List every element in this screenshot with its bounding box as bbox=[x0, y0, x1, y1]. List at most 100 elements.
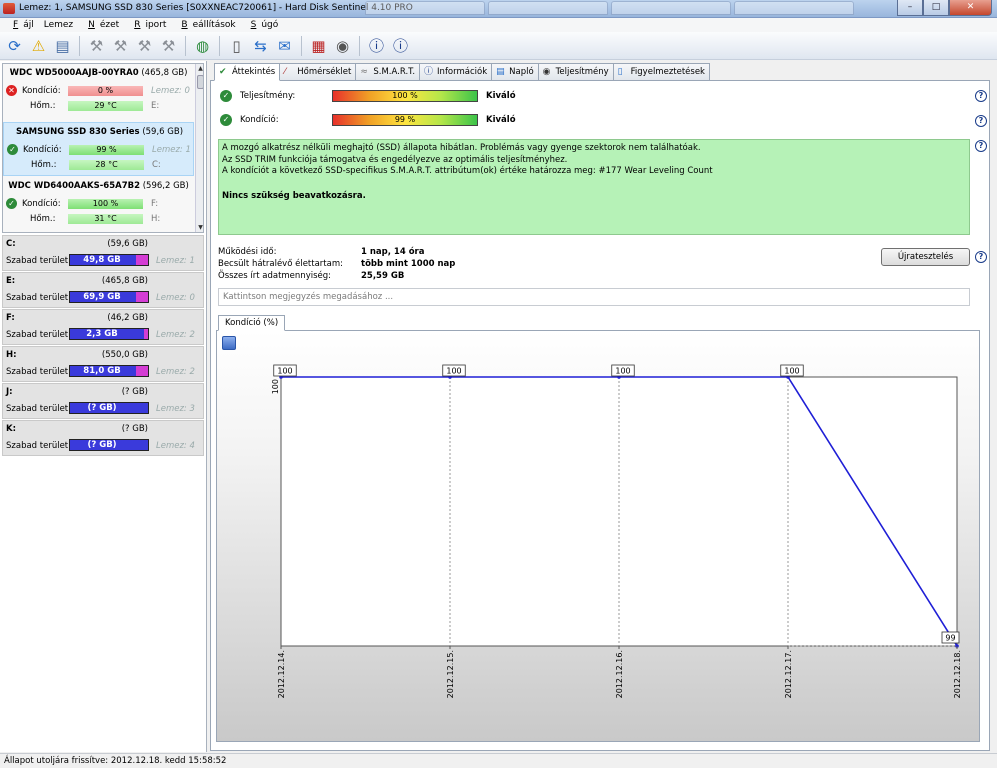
tab-performance[interactable]: ◉ Teljesítmény bbox=[537, 63, 614, 80]
tab-label: Információk bbox=[437, 67, 488, 77]
free-space-bar: 69,9 GB bbox=[69, 291, 149, 303]
performance-rating: Kiváló bbox=[486, 91, 516, 101]
toolbar: ⟳ ⚠ ▤ ⚒ ⚒ ⚒ ⚒ ◍ ▯ ⇆ ✉ ▦ ◉ ⓘ ⓘ bbox=[0, 32, 997, 60]
background-tab bbox=[488, 1, 608, 15]
volume-disk: Lemez: 1 bbox=[156, 256, 195, 266]
condition-bar: 99 % bbox=[332, 114, 478, 126]
condition-label: Kondíció: bbox=[22, 199, 61, 209]
data-label: 99 bbox=[945, 634, 955, 643]
temp-label: Hőm.: bbox=[31, 160, 57, 170]
tab-smart[interactable]: ≈ S.M.A.R.T. bbox=[355, 63, 421, 80]
data-label: 100 bbox=[277, 367, 292, 376]
free-space-bar: 49,8 GB bbox=[69, 254, 149, 266]
log-icon: ▤ bbox=[496, 67, 505, 77]
help-icon[interactable]: ? bbox=[975, 90, 987, 102]
used-space-fill bbox=[135, 255, 148, 265]
menu-disk[interactable]: Lemez bbox=[39, 18, 78, 32]
scroll-down-icon[interactable]: ▼ bbox=[196, 223, 203, 232]
help-icon[interactable]: ? bbox=[975, 115, 987, 127]
x-tick-label: 2012.12.17. bbox=[784, 650, 793, 698]
menu-file[interactable]: Fájl bbox=[3, 18, 39, 32]
tool-icon[interactable]: ⚒ bbox=[86, 35, 107, 56]
scroll-up-icon[interactable]: ▲ bbox=[196, 64, 203, 73]
background-tab bbox=[365, 1, 485, 15]
disk-size: (465,8 GB) bbox=[141, 68, 188, 78]
note-input[interactable]: Kattintson megjegyzés megadásához ... bbox=[218, 288, 970, 306]
menu-view[interactable]: Nézet bbox=[78, 18, 124, 32]
condition-label: Kondíció: bbox=[22, 86, 61, 96]
volume-item[interactable]: F: (46,2 GB) Szabad terület 2,3 GB Lemez… bbox=[2, 309, 204, 345]
mail-icon[interactable]: ✉ bbox=[274, 35, 295, 56]
tab-label: Áttekintés bbox=[232, 67, 276, 77]
drive-letter: F: bbox=[151, 199, 159, 209]
x-tick-label: 2012.12.16. bbox=[615, 650, 624, 698]
toolbar-separator bbox=[359, 35, 360, 56]
refresh-icon[interactable]: ⟳ bbox=[4, 35, 25, 56]
maximize-button[interactable]: □ bbox=[923, 0, 949, 16]
tab-temperature[interactable]: ⁄ Hőmérséklet bbox=[279, 63, 357, 80]
disk-item[interactable]: WDC WD6400AAKS-65A7B2 (596,2 GB) ✓ Kondí… bbox=[3, 177, 194, 231]
help-icon[interactable]: ? bbox=[975, 140, 987, 152]
disk-size: (59,6 GB) bbox=[142, 127, 184, 137]
tab-information[interactable]: ⓘ Információk bbox=[419, 63, 493, 80]
volume-item[interactable]: J: (? GB) Szabad terület (? GB) Lemez: 3 bbox=[2, 383, 204, 419]
disk-name: SAMSUNG SSD 830 Series bbox=[15, 127, 140, 137]
warning-icon[interactable]: ⚠ bbox=[28, 35, 49, 56]
disk-name: WDC WD6400AAKS-65A7B2 bbox=[8, 181, 141, 191]
thermometer-icon: ⁄ bbox=[284, 67, 286, 77]
retest-button[interactable]: Újratesztelés bbox=[881, 248, 970, 266]
volume-name: H: bbox=[6, 350, 17, 360]
volume-disk: Lemez: 2 bbox=[156, 367, 195, 377]
chart-icon[interactable]: ▦ bbox=[308, 35, 329, 56]
temp-bar: 31 °C bbox=[68, 214, 143, 224]
tab-log[interactable]: ▤ Napló bbox=[491, 63, 539, 80]
x-tick-label: 2012.12.18. bbox=[953, 650, 962, 698]
free-space-value: 49,8 GB bbox=[83, 255, 121, 265]
speaker-icon[interactable]: ◉ bbox=[332, 35, 353, 56]
free-space-bar: 2,3 GB bbox=[69, 328, 149, 340]
globe-icon[interactable]: ◍ bbox=[192, 35, 213, 56]
volume-item[interactable]: E: (465,8 GB) Szabad terület 69,9 GB Lem… bbox=[2, 272, 204, 308]
volume-item[interactable]: H: (550,0 GB) Szabad terület 81,0 GB Lem… bbox=[2, 346, 204, 382]
help-icon[interactable]: ? bbox=[975, 251, 987, 263]
volume-size: (59,6 GB) bbox=[107, 239, 148, 249]
disk-size: (596,2 GB) bbox=[142, 181, 189, 191]
temp-label: Hőm.: bbox=[30, 101, 56, 111]
help-icon[interactable]: ⓘ bbox=[366, 35, 387, 56]
document-icon[interactable]: ▯ bbox=[226, 35, 247, 56]
sync-icon[interactable]: ⇆ bbox=[250, 35, 271, 56]
about-icon[interactable]: ⓘ bbox=[390, 35, 411, 56]
disk-item-selected[interactable]: SAMSUNG SSD 830 Series (59,6 GB) ✓ Kondí… bbox=[3, 122, 194, 176]
disk-list-scrollbar[interactable]: ▲ ▼ bbox=[195, 64, 203, 232]
volume-item[interactable]: C: (59,6 GB) Szabad terület 49,8 GB Leme… bbox=[2, 235, 204, 271]
free-space-label: Szabad terület bbox=[6, 367, 69, 377]
toolbar-separator bbox=[301, 35, 302, 56]
tab-overview[interactable]: ✔ Áttekintés bbox=[214, 63, 281, 81]
background-tab bbox=[734, 1, 854, 15]
condition-row: ✓ Kondíció: 99 % Kiváló bbox=[218, 112, 978, 128]
status-bar: Állapot utoljára frissítve: 2012.12.18. … bbox=[0, 753, 997, 768]
menu-help[interactable]: Súgó bbox=[241, 18, 284, 32]
menu-report[interactable]: Riport bbox=[124, 18, 171, 32]
volume-item[interactable]: K: (? GB) Szabad terület (? GB) Lemez: 4 bbox=[2, 420, 204, 456]
close-button[interactable]: ✕ bbox=[949, 0, 992, 16]
tool-icon[interactable]: ⚒ bbox=[158, 35, 179, 56]
tab-alerts[interactable]: ▯ Figyelmeztetések bbox=[612, 63, 710, 80]
temp-bar: 28 °C bbox=[69, 160, 144, 170]
free-space-value: (? GB) bbox=[87, 403, 117, 413]
scroll-thumb[interactable] bbox=[197, 75, 203, 89]
free-space-label: Szabad terület bbox=[6, 404, 69, 414]
tool-icon[interactable]: ⚒ bbox=[110, 35, 131, 56]
free-space-label: Szabad terület bbox=[6, 256, 69, 266]
x-tick-label: 2012.12.14. bbox=[277, 650, 286, 698]
disk-item[interactable]: WDC WD5000AAJB-00YRA0 (465,8 GB) ✕ Kondí… bbox=[3, 64, 194, 118]
tool-icon[interactable]: ⚒ bbox=[134, 35, 155, 56]
condition-bar: 99 % bbox=[69, 145, 144, 155]
tab-condition-chart[interactable]: Kondíció (%) bbox=[218, 315, 286, 331]
volume-disk: Lemez: 2 bbox=[156, 330, 195, 340]
used-space-fill bbox=[136, 366, 148, 376]
disk-icon[interactable]: ▤ bbox=[52, 35, 73, 56]
menu-settings[interactable]: Beállítások bbox=[171, 18, 240, 32]
minimize-button[interactable]: – bbox=[897, 0, 923, 16]
free-space-label: Szabad terület bbox=[6, 293, 69, 303]
